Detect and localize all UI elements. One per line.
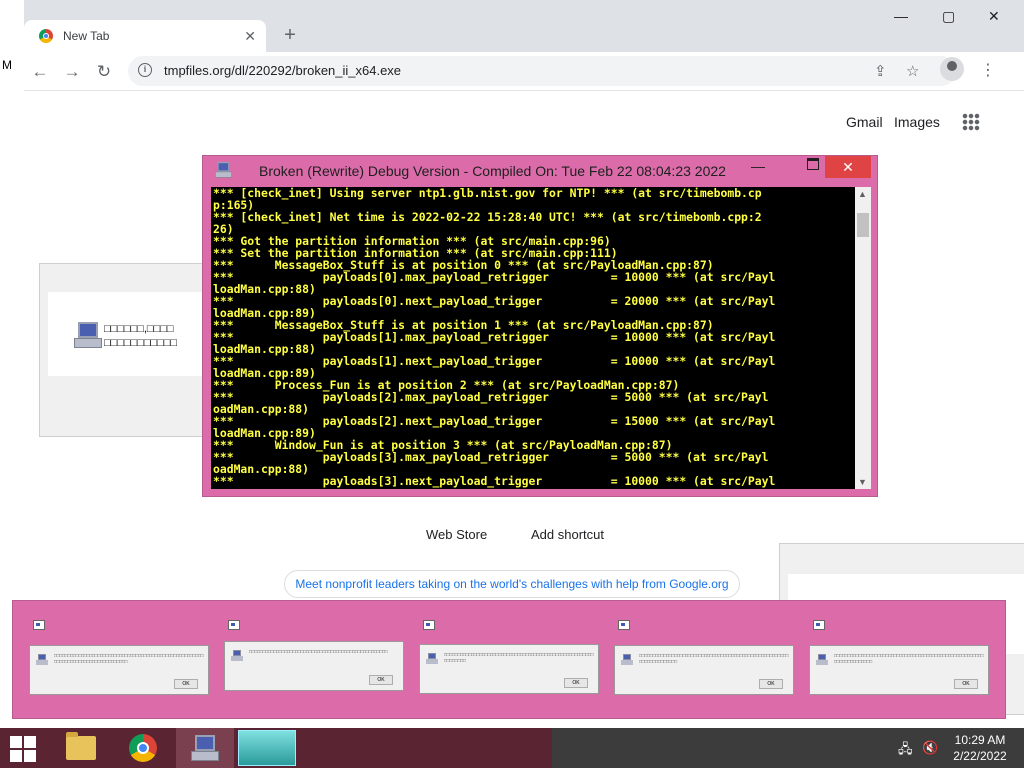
message-box-text: □□□□□□□□□□□□□□□□□□□□□□□□□□□□□□□□□□□□□□□□… [834, 653, 984, 664]
message-box: □□□□□□□□□□□□□□□□□□□□□□□□□□□□□□□□□□□□□□□□… [419, 644, 599, 694]
promo-link[interactable]: Meet nonprofit leaders taking on the wor… [284, 570, 740, 598]
gmail-link[interactable]: Gmail [846, 114, 883, 130]
console-scrollbar[interactable]: ▲ ▼ [855, 187, 871, 489]
console-output: *** [check_inet] Using server ntp1.glb.n… [211, 187, 855, 489]
computer-icon [191, 735, 219, 761]
clock[interactable]: 10:29 AM 2/22/2022 [942, 732, 1018, 764]
taskbar-file-explorer[interactable] [50, 728, 108, 768]
message-box-text: □□□□□□□□□□□□□□□□□□□□□□□□□□□□□□□□□□□□□□□□… [54, 653, 204, 664]
console-line: *** payloads[2].max_payload_retrigger = … [213, 390, 769, 404]
computer-icon [74, 322, 102, 348]
reload-icon[interactable]: ↻ [94, 62, 114, 82]
network-icon[interactable]: 🖧 [898, 740, 913, 762]
browser-toolbar: ← → ↻ i tmpfiles.org/dl/220292/broken_ii… [24, 52, 1024, 91]
background-message-box: □□□□□□,□□□□ □□□□□□□□□□□ [39, 263, 207, 437]
ok-button[interactable]: OK [369, 675, 393, 685]
profile-avatar-icon[interactable] [940, 57, 964, 81]
message-box-strip: □□□□□□□□□□□□□□□□□□□□□□□□□□□□□□□□□□□□□□□□… [12, 600, 1006, 719]
shortcut-web-store[interactable]: Web Store [426, 527, 487, 542]
taskbar-chrome[interactable] [114, 728, 172, 768]
ok-button[interactable]: OK [954, 679, 978, 689]
address-url[interactable]: tmpfiles.org/dl/220292/broken_ii_x64.exe [164, 63, 401, 78]
message-box: □□□□□□□□□□□□□□□□□□□□□□□□□□□□□□□□□□□□□□□□… [29, 645, 209, 695]
browser-minimize-button[interactable]: — [894, 8, 908, 24]
share-icon[interactable]: ⇪ [874, 62, 887, 80]
message-box-text: □□□□□□□□□□□□□□□□□□□□□□□□□□□□□□□□□□□□□□□□… [249, 649, 388, 654]
bookmark-star-icon[interactable]: ☆ [906, 62, 919, 80]
message-box: □□□□□□□□□□□□□□□□□□□□□□□□□□□□□□□□□□□□□□□□… [224, 641, 404, 691]
shortcut-add[interactable]: Add shortcut [531, 527, 604, 542]
new-tab-button[interactable]: + [280, 24, 300, 47]
tab-title: New Tab [63, 29, 110, 43]
computer-icon [816, 654, 828, 665]
computer-icon [621, 654, 633, 665]
taskbar-broken-app[interactable] [176, 728, 234, 768]
clock-time: 10:29 AM [954, 733, 1006, 747]
tab-close-icon[interactable]: ✕ [244, 28, 256, 45]
images-link[interactable]: Images [894, 114, 940, 130]
ok-button[interactable]: OK [564, 678, 588, 688]
console-line: *** [check_inet] Using server ntp1.glb.n… [213, 187, 762, 200]
ok-button[interactable]: OK [174, 679, 198, 689]
message-box-text: □□□□□□□□□□□□□□□□□□□□□□□□□□□□□□□□□□□□□□□□… [639, 653, 789, 664]
message-text-line2: □□□□□□□□□□□ [104, 337, 178, 349]
scroll-down-icon[interactable]: ▼ [858, 477, 867, 487]
volume-muted-icon[interactable]: 🔇 [922, 740, 938, 756]
debug-console-window[interactable]: Broken (Rewrite) Debug Version - Compile… [202, 155, 878, 497]
window-icon [33, 620, 45, 630]
window-icon [423, 620, 435, 630]
browser-close-button[interactable]: ✕ [988, 8, 1000, 25]
console-line: *** payloads[3].next_payload_trigger = 1… [213, 474, 776, 488]
app-computer-icon [215, 162, 232, 178]
tab-new-tab[interactable]: New Tab ✕ [24, 20, 266, 52]
scroll-thumb[interactable] [857, 213, 869, 237]
folder-icon [66, 732, 96, 760]
chrome-icon [129, 734, 157, 762]
console-close-button[interactable]: ✕ [825, 156, 871, 178]
message-box-text: □□□□□□□□□□□□□□□□□□□□□□□□□□□□□□□□□□□□□□□□… [444, 652, 594, 663]
message-box: □□□□□□□□□□□□□□□□□□□□□□□□□□□□□□□□□□□□□□□□… [614, 645, 794, 695]
scroll-up-icon[interactable]: ▲ [858, 189, 867, 199]
address-bar[interactable]: i tmpfiles.org/dl/220292/broken_ii_x64.e… [128, 56, 956, 86]
console-line: *** [check_inet] Net time is 2022-02-22 … [213, 210, 762, 224]
ok-button[interactable]: OK [759, 679, 783, 689]
computer-icon [231, 650, 243, 661]
window-icon [813, 620, 825, 630]
stray-text: M [2, 58, 12, 72]
console-minimize-button[interactable]: — [751, 158, 765, 174]
chrome-favicon-icon [39, 29, 53, 43]
taskbar-console[interactable] [238, 730, 296, 766]
back-icon[interactable]: ← [30, 62, 50, 82]
computer-icon [36, 654, 48, 665]
console-line: *** payloads[3].max_payload_retrigger = … [213, 450, 769, 464]
browser-maximize-button[interactable]: ▢ [942, 8, 955, 25]
computer-icon [426, 653, 438, 664]
console-title: Broken (Rewrite) Debug Version - Compile… [259, 163, 726, 179]
message-text-line1: □□□□□□,□□□□ [104, 323, 174, 335]
window-icon [228, 620, 240, 630]
console-maximize-button[interactable] [807, 158, 819, 170]
clock-date: 2/22/2022 [953, 749, 1007, 763]
start-button[interactable] [0, 728, 46, 768]
window-icon [618, 620, 630, 630]
browser-menu-icon[interactable]: ⋮ [980, 60, 996, 80]
forward-icon[interactable]: → [62, 62, 82, 82]
message-box: □□□□□□□□□□□□□□□□□□□□□□□□□□□□□□□□□□□□□□□□… [809, 645, 989, 695]
site-info-icon[interactable]: i [138, 63, 152, 77]
taskbar: 🖧 🔇 10:29 AM 2/22/2022 [0, 728, 1024, 768]
google-apps-icon[interactable] [962, 113, 980, 131]
